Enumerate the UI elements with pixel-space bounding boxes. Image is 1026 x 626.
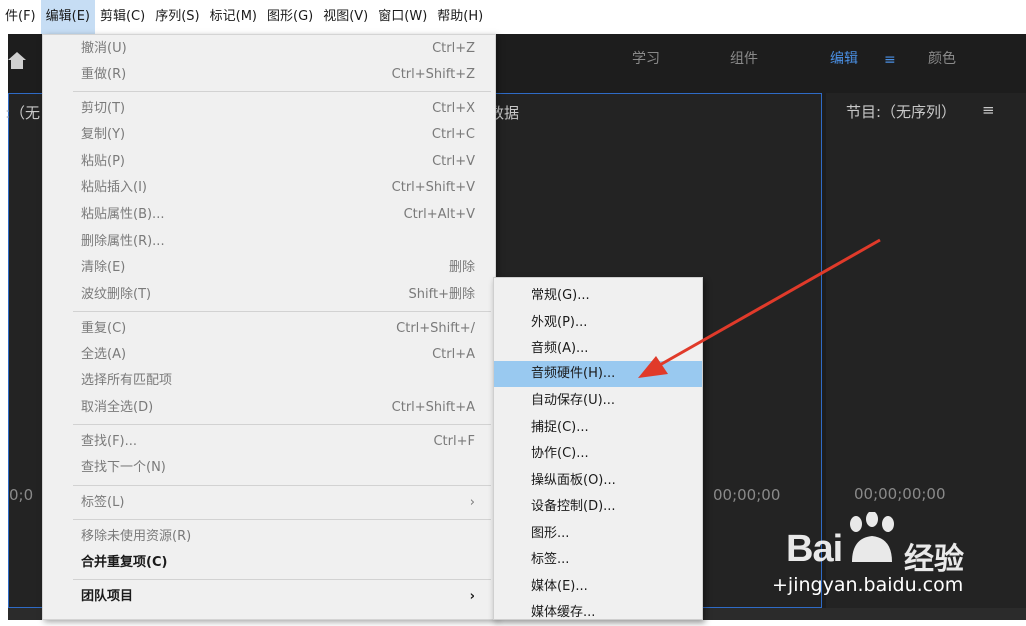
baidu-watermark-logo: Bai <box>786 528 843 570</box>
baidu-paw-icon <box>850 512 894 562</box>
watermark-url-text: jingyan.baidu.com <box>787 574 964 596</box>
baidu-watermark-text: 经验 <box>904 542 964 577</box>
plus-icon: + <box>772 574 788 596</box>
baidu-watermark-url: +jingyan.baidu.com <box>772 574 963 596</box>
